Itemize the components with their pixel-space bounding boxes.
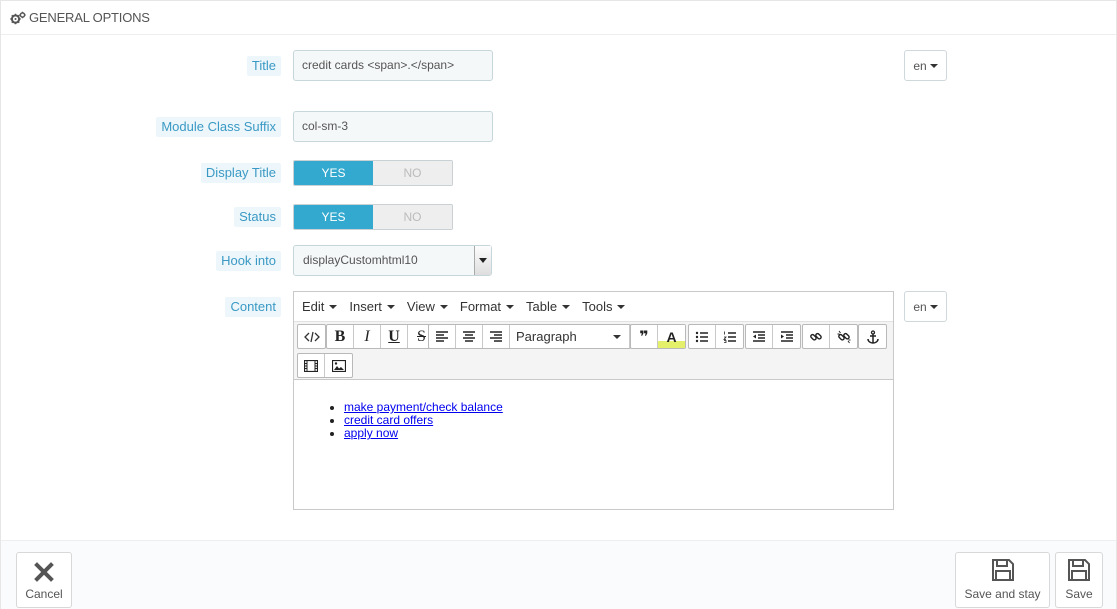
general-options-panel: GENERAL OPTIONS Title credit cards <span… <box>0 0 1117 609</box>
anchor-icon[interactable] <box>859 325 886 348</box>
menu-format-label: Format <box>459 299 502 314</box>
block-format-value: Paragraph <box>516 329 577 344</box>
caret-down-icon <box>506 304 515 309</box>
cancel-button[interactable]: Cancel <box>16 552 72 608</box>
caret-down-icon <box>562 304 571 309</box>
underline-icon[interactable]: U <box>381 325 408 348</box>
toolbar-group-anchor <box>858 324 887 349</box>
video-icon[interactable] <box>298 354 325 377</box>
toolbar-group-format: B I U S <box>326 324 436 349</box>
menu-edit-label: Edit <box>302 299 325 314</box>
display-title-no[interactable]: NO <box>373 161 452 185</box>
floppy-disk-icon <box>991 559 1014 581</box>
hook-into-select[interactable]: displayCustomhtml10 <box>293 245 492 276</box>
link-icon[interactable] <box>803 325 830 348</box>
editor-content-area[interactable]: make payment/check balance credit card o… <box>294 381 893 509</box>
display-title-switch[interactable]: YES NO <box>293 160 453 186</box>
toolbar-group-lists <box>688 324 744 349</box>
menu-tools[interactable]: Tools <box>576 293 631 321</box>
module-class-suffix-input[interactable]: col-sm-3 <box>293 111 493 142</box>
caret-down-icon <box>929 304 938 309</box>
list-item: credit card offers <box>344 414 893 427</box>
align-right-icon[interactable] <box>483 325 510 348</box>
close-icon <box>34 562 54 582</box>
numbered-list-icon[interactable] <box>716 325 743 348</box>
unlink-icon[interactable] <box>830 325 857 348</box>
caret-down-icon <box>613 335 621 339</box>
content-list: make payment/check balance credit card o… <box>344 401 893 440</box>
content-language-dropdown[interactable]: en <box>904 291 947 322</box>
module-class-suffix-label: Module Class Suffix <box>156 117 281 137</box>
caret-down-icon <box>929 63 938 68</box>
save-and-stay-label: Save and stay <box>964 587 1041 601</box>
caret-down-icon <box>617 304 626 309</box>
bullet-list-icon[interactable] <box>689 325 716 348</box>
menu-view[interactable]: View <box>401 293 454 321</box>
title-language-dropdown[interactable]: en <box>904 50 947 81</box>
editor-toolbar: B I U S Paragraph ❞ A <box>294 321 893 380</box>
menu-view-label: View <box>406 299 435 314</box>
toolbar-group-code <box>297 324 326 349</box>
menu-insert[interactable]: Insert <box>343 293 401 321</box>
outdent-icon[interactable] <box>746 325 773 348</box>
align-center-icon[interactable] <box>456 325 483 348</box>
caret-down-icon <box>386 304 395 309</box>
select-arrow-icon[interactable] <box>474 246 491 275</box>
hook-selected-value: displayCustomhtml10 <box>303 253 418 267</box>
toolbar-group-indent <box>745 324 801 349</box>
toolbar-group-media <box>297 353 353 378</box>
cogs-icon <box>10 11 26 24</box>
source-code-icon[interactable] <box>298 325 325 348</box>
menu-format[interactable]: Format <box>454 293 520 321</box>
content-link[interactable]: credit card offers <box>344 413 433 427</box>
status-label: Status <box>234 207 281 227</box>
indent-icon[interactable] <box>773 325 800 348</box>
toolbar-group-links <box>802 324 858 349</box>
content-link[interactable]: make payment/check balance <box>344 400 503 414</box>
save-and-stay-button[interactable]: Save and stay <box>955 552 1050 608</box>
toolbar-group-align: Paragraph <box>428 324 631 349</box>
title-input[interactable]: credit cards <span>.</span> <box>293 50 493 81</box>
editor-menubar: Edit Insert View Format Table Tools <box>294 292 893 321</box>
menu-tools-label: Tools <box>582 299 613 314</box>
image-icon[interactable] <box>325 354 352 377</box>
cancel-label: Cancel <box>25 587 63 601</box>
bold-icon[interactable]: B <box>327 325 354 348</box>
display-title-label: Display Title <box>200 163 281 183</box>
block-format-dropdown[interactable]: Paragraph <box>510 325 630 348</box>
panel-footer: Cancel Save and stay Save <box>1 540 1116 609</box>
hook-into-label: Hook into <box>216 251 281 271</box>
status-switch[interactable]: YES NO <box>293 204 453 230</box>
align-left-icon[interactable] <box>429 325 456 348</box>
menu-insert-label: Insert <box>349 299 382 314</box>
italic-icon[interactable]: I <box>354 325 381 348</box>
blockquote-icon[interactable]: ❞ <box>631 325 658 348</box>
display-title-yes[interactable]: YES <box>294 161 373 185</box>
status-yes[interactable]: YES <box>294 205 373 229</box>
menu-table[interactable]: Table <box>520 293 576 321</box>
status-no[interactable]: NO <box>373 205 452 229</box>
floppy-disk-icon <box>1068 559 1090 581</box>
panel-heading: GENERAL OPTIONS <box>1 1 1116 35</box>
save-button[interactable]: Save <box>1055 552 1103 608</box>
toolbar-group-quote: ❞ A <box>630 324 686 349</box>
text-color-icon[interactable]: A <box>658 325 685 348</box>
menu-table-label: Table <box>526 299 558 314</box>
content-link[interactable]: apply now <box>344 426 398 440</box>
caret-down-icon <box>439 304 448 309</box>
save-label: Save <box>1065 587 1093 601</box>
title-label: Title <box>246 56 281 76</box>
content-label: Content <box>225 297 281 317</box>
rich-text-editor: Edit Insert View Format Table Tools B I … <box>293 291 894 510</box>
menu-edit[interactable]: Edit <box>296 293 343 321</box>
language-code: en <box>913 58 927 73</box>
list-item: apply now <box>344 427 893 440</box>
language-code: en <box>913 299 927 314</box>
panel-title: GENERAL OPTIONS <box>29 10 150 25</box>
caret-down-icon <box>329 304 338 309</box>
